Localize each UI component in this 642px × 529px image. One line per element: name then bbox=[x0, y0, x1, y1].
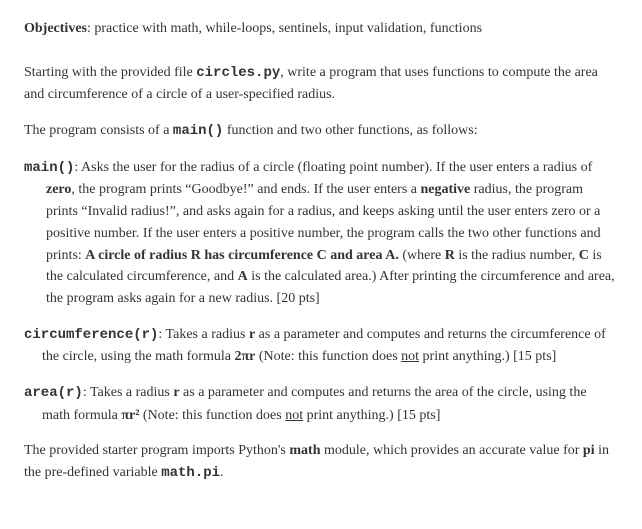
footer-code-mathpi: math.pi bbox=[161, 465, 220, 481]
circ-sig: circumference(r) bbox=[24, 327, 158, 343]
main-function-block: main(): Asks the user for the radius of … bbox=[24, 157, 618, 310]
footer-b1: math bbox=[289, 443, 320, 458]
main-t5: is the radius number, bbox=[455, 248, 579, 263]
area-t3: (Note: this function does bbox=[139, 408, 285, 423]
circumference-function-block: circumference(r): Takes a radius r as a … bbox=[24, 324, 618, 368]
main-t1: : Asks the user for the radius of a circ… bbox=[74, 160, 592, 175]
objectives-line: Objectives: practice with math, while-lo… bbox=[24, 18, 618, 40]
footer-t4: . bbox=[220, 465, 224, 480]
area-u1: not bbox=[285, 408, 303, 423]
intro-p2b: function and two other functions, as fol… bbox=[223, 123, 477, 138]
intro-paragraph-1: Starting with the provided file circles.… bbox=[24, 62, 618, 106]
circ-t4: print anything.) [15 pts] bbox=[419, 349, 556, 364]
main-b2: negative bbox=[421, 182, 471, 197]
area-t1: : Takes a radius bbox=[83, 385, 174, 400]
circ-formula: 2πr bbox=[234, 349, 255, 364]
main-b6: A bbox=[238, 269, 248, 284]
intro-paragraph-2: The program consists of a main() functio… bbox=[24, 120, 618, 143]
footer-b2: pi bbox=[583, 443, 595, 458]
main-b3: A circle of radius R has circumference C… bbox=[85, 248, 399, 263]
area-function-block: area(r): Takes a radius r as a parameter… bbox=[24, 382, 618, 426]
main-t4: (where bbox=[399, 248, 445, 263]
intro-p2a: The program consists of a bbox=[24, 123, 173, 138]
circ-t3: (Note: this function does bbox=[255, 349, 401, 364]
footer-t2: module, which provides an accurate value… bbox=[321, 443, 583, 458]
objectives-label: Objectives bbox=[24, 21, 87, 36]
circ-u1: not bbox=[401, 349, 419, 364]
area-t4: print anything.) [15 pts] bbox=[303, 408, 440, 423]
main-sig: main() bbox=[24, 160, 74, 176]
area-sig: area(r) bbox=[24, 385, 83, 401]
intro-code-filename: circles.py bbox=[196, 65, 280, 81]
main-b5: C bbox=[579, 248, 589, 263]
circ-t1: : Takes a radius bbox=[158, 327, 249, 342]
objectives-text: : practice with math, while-loops, senti… bbox=[87, 21, 482, 36]
intro-code-main: main() bbox=[173, 123, 223, 139]
main-b1: zero bbox=[46, 182, 71, 197]
footer-t1: The provided starter program imports Pyt… bbox=[24, 443, 289, 458]
main-b4: R bbox=[445, 248, 455, 263]
area-formula: πr² bbox=[121, 408, 139, 423]
main-t2: , the program prints “Goodbye!” and ends… bbox=[71, 182, 420, 197]
footer-paragraph: The provided starter program imports Pyt… bbox=[24, 440, 618, 484]
intro-p1a: Starting with the provided file bbox=[24, 65, 196, 80]
